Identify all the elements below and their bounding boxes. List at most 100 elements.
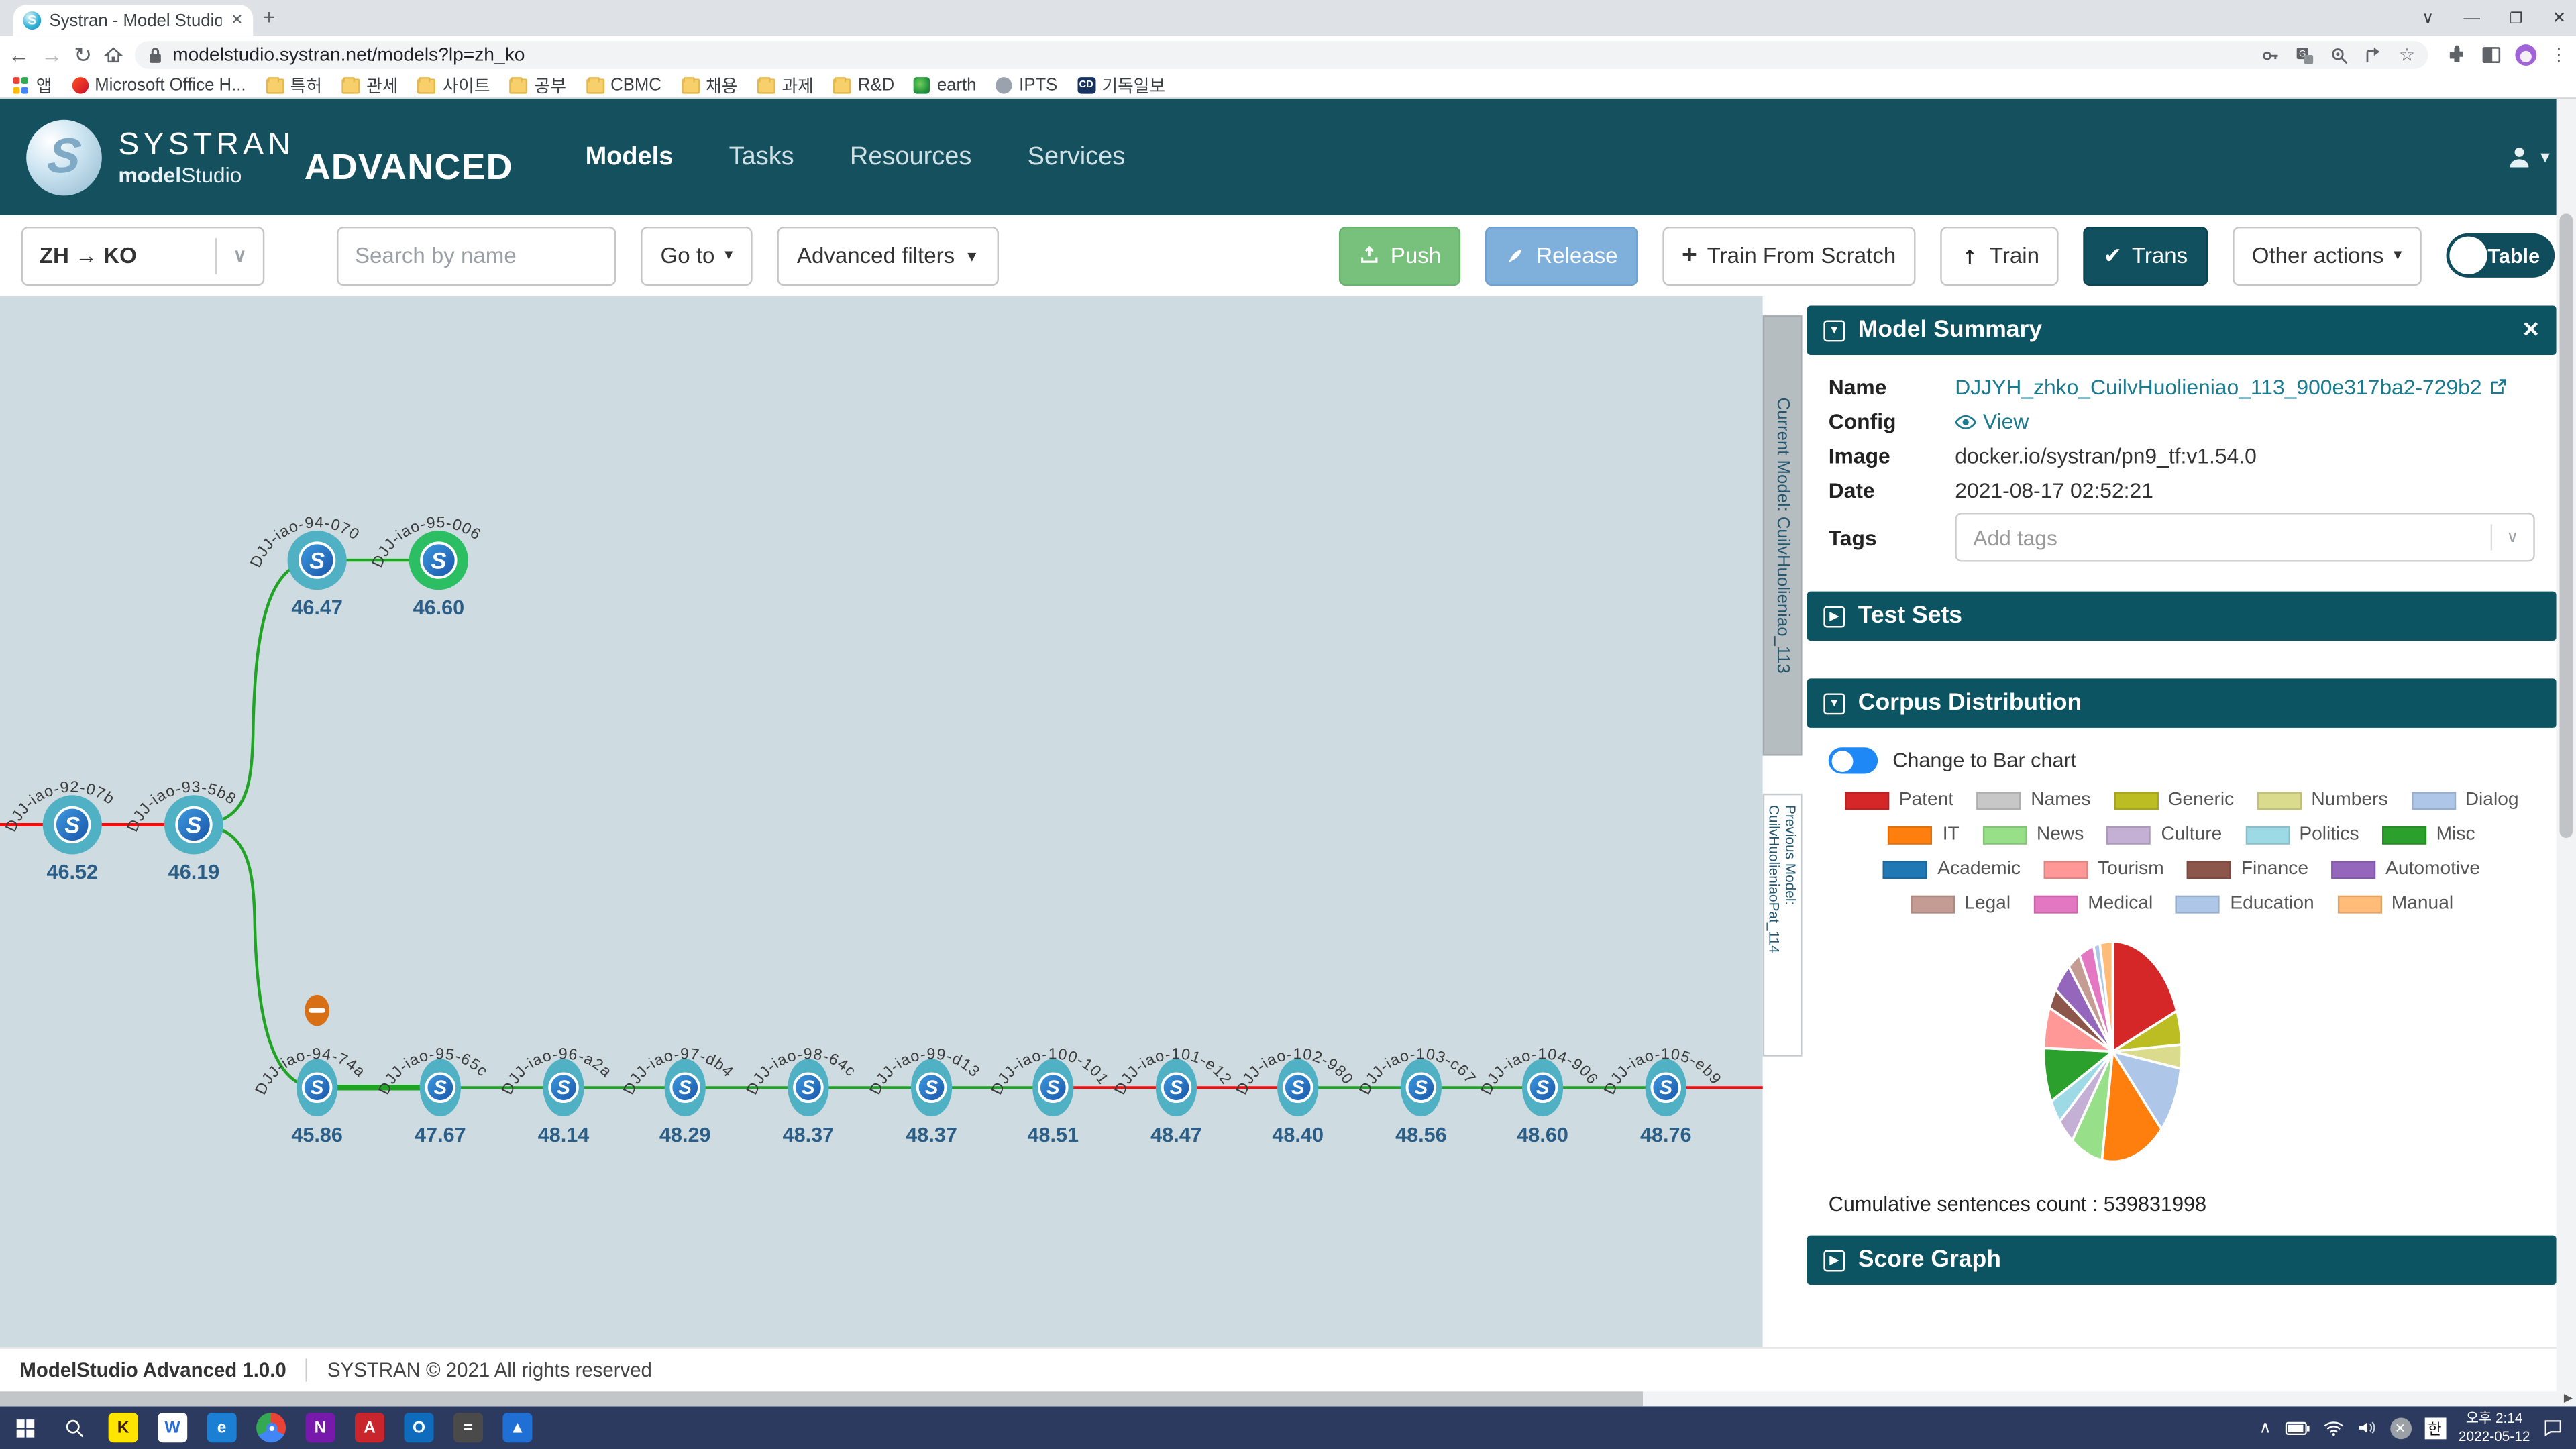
systran-logo-icon[interactable]: S	[26, 119, 102, 195]
acrobat-taskbar-icon[interactable]: A	[345, 1406, 394, 1449]
window-restore-button[interactable]: ❐	[2510, 9, 2523, 27]
node-logo-s: S	[311, 1077, 324, 1099]
nav-item-tasks[interactable]: Tasks	[729, 142, 794, 172]
bookmark-item[interactable]: 특허	[265, 73, 322, 98]
corpus-distribution-title: Corpus Distribution	[1858, 690, 2082, 716]
current-model-tab[interactable]: Current Model: CuilvHuolieniao_113	[1762, 315, 1803, 756]
legend-item: Manual	[2337, 894, 2453, 914]
test-sets-header[interactable]: ▶ Test Sets	[1807, 591, 2557, 641]
disconnected-status-icon[interactable]: ✕	[2390, 1417, 2411, 1439]
bookmark-star-icon[interactable]: ☆	[2399, 44, 2415, 66]
scroll-right-arrow-icon[interactable]: ▶	[2564, 1391, 2573, 1406]
tags-input[interactable]: Add tags ∨	[1955, 513, 2535, 562]
reload-button[interactable]: ↻	[74, 44, 92, 66]
start-button[interactable]	[0, 1406, 49, 1449]
new-tab-button[interactable]: +	[263, 5, 276, 30]
search-input[interactable]: Search by name	[337, 225, 616, 285]
tray-chevron-icon[interactable]: ∧	[2259, 1419, 2271, 1437]
node-score: 46.47	[291, 596, 343, 619]
bookmark-item[interactable]: 채용	[681, 73, 737, 98]
volume-icon[interactable]	[2357, 1419, 2376, 1436]
user-menu[interactable]: ▾	[2506, 143, 2550, 171]
previous-model-tab[interactable]: Previous Model: CuilvHuolieniaoPat_114	[1762, 793, 1803, 1057]
main-nav: Models Tasks Resources Services	[586, 142, 1126, 172]
other-actions-button[interactable]: Other actions ▾	[2232, 225, 2422, 285]
corpus-distribution-header[interactable]: ▼ Corpus Distribution	[1807, 678, 2557, 728]
address-bar[interactable]: modelstudio.systran.net/models?lp=zh_ko …	[134, 41, 2428, 69]
bookmark-item[interactable]: 사이트	[417, 73, 490, 98]
browser-menu-kebab-icon[interactable]: ⋮	[2550, 44, 2568, 66]
bookmark-item[interactable]: R&D	[833, 76, 894, 95]
bookmark-item[interactable]: IPTS	[996, 76, 1057, 95]
bookmark-item[interactable]: 앱	[13, 73, 52, 98]
apps-grid-icon	[13, 77, 30, 93]
back-button[interactable]: ←	[8, 44, 30, 66]
bookmark-item[interactable]: 관세	[341, 73, 398, 98]
config-view-link[interactable]: View	[1955, 409, 2029, 434]
outlook-taskbar-icon[interactable]: O	[394, 1406, 443, 1449]
nav-item-resources[interactable]: Resources	[850, 142, 971, 172]
disabled-model-node[interactable]	[305, 994, 330, 1026]
wifi-icon[interactable]	[2322, 1419, 2344, 1436]
edge-taskbar-icon[interactable]: e	[197, 1406, 246, 1449]
battery-icon[interactable]	[2284, 1420, 2309, 1435]
goto-button[interactable]: Go to ▾	[641, 225, 753, 285]
tab-close-icon[interactable]: ✕	[231, 11, 243, 30]
clock-date: 2022-05-12	[2458, 1428, 2530, 1444]
kakaotalk-taskbar-icon[interactable]: K	[99, 1406, 148, 1449]
bookmark-item[interactable]: CD 기독일보	[1077, 73, 1165, 98]
password-key-icon[interactable]	[2261, 45, 2280, 64]
bookmark-item[interactable]: 과제	[757, 73, 814, 98]
translate-icon[interactable]: G	[2296, 45, 2315, 64]
legend-label: Academic	[1937, 859, 2021, 879]
calculator-taskbar-icon[interactable]: =	[443, 1406, 492, 1449]
train-button[interactable]: Train	[1940, 225, 2059, 285]
onenote-taskbar-icon[interactable]: N	[296, 1406, 345, 1449]
trans-button[interactable]: ✔ Trans	[2084, 225, 2208, 285]
window-minimize-button[interactable]: —	[2463, 9, 2479, 27]
table-view-toggle[interactable]: Table	[2446, 233, 2555, 278]
photos-taskbar-icon[interactable]: ▲	[493, 1406, 542, 1449]
profile-avatar[interactable]	[2515, 44, 2537, 66]
taskbar-search-button[interactable]	[49, 1406, 98, 1449]
panel-close-icon[interactable]: ✕	[2522, 317, 2540, 343]
chrome-taskbar-icon[interactable]	[246, 1406, 295, 1449]
whale-taskbar-icon[interactable]: W	[148, 1406, 197, 1449]
nav-item-models[interactable]: Models	[586, 142, 674, 172]
model-name-link[interactable]: DJJYH_zhko_CuilvHuolieniao_113_900e317ba…	[1955, 374, 2506, 399]
extensions-puzzle-icon[interactable]	[2447, 44, 2468, 66]
corpus-legend: Patent Names Generic Numbers Dialog IT News Cul…	[1807, 784, 2557, 914]
bookmark-item[interactable]: CBMC	[586, 76, 661, 95]
taskbar-clock[interactable]: 오후 2:14 2022-05-12	[2459, 1409, 2530, 1446]
check-icon: ✔	[2103, 242, 2123, 267]
advanced-filters-button[interactable]: Advanced filters ▼	[777, 225, 1000, 285]
window-chevron-icon[interactable]: ∨	[2422, 9, 2434, 27]
bar-chart-toggle[interactable]	[1828, 747, 1878, 774]
language-pair-select[interactable]: ZH → KO ∨	[21, 225, 265, 285]
nav-item-services[interactable]: Services	[1028, 142, 1126, 172]
systran-favicon-icon: S	[23, 11, 42, 30]
bookmark-item[interactable]: Microsoft Office H...	[71, 76, 246, 95]
vertical-scrollbar[interactable]	[2556, 98, 2576, 1392]
scrollbar-thumb[interactable]	[2559, 213, 2573, 838]
train-from-scratch-button[interactable]: + Train From Scratch	[1662, 225, 1916, 285]
office-icon	[71, 77, 89, 94]
release-button[interactable]: Release	[1485, 225, 1638, 285]
home-button[interactable]	[103, 44, 123, 66]
forward-button[interactable]: →	[41, 44, 62, 66]
scrollbar-thumb[interactable]	[0, 1391, 1643, 1407]
browser-tab[interactable]: S Systran - Model Studio Advanc ✕	[13, 5, 254, 36]
url-text: modelstudio.systran.net/models?lp=zh_ko	[172, 45, 525, 65]
model-summary-header[interactable]: ▼ Model Summary ✕	[1807, 305, 2557, 355]
zoom-icon[interactable]	[2330, 45, 2349, 64]
push-button[interactable]: Push	[1339, 225, 1461, 285]
sidebar-icon[interactable]	[2481, 44, 2502, 66]
notification-center-icon[interactable]	[2543, 1417, 2563, 1437]
horizontal-scrollbar[interactable]: ▶	[0, 1391, 2576, 1407]
share-icon[interactable]	[2364, 45, 2383, 64]
bookmark-item[interactable]: earth	[914, 76, 976, 95]
ime-korean-indicator[interactable]: 한	[2424, 1417, 2446, 1439]
window-close-button[interactable]: ✕	[2553, 9, 2567, 27]
score-graph-header[interactable]: ▶ Score Graph	[1807, 1235, 2557, 1285]
bookmark-item[interactable]: 공부	[509, 73, 566, 98]
